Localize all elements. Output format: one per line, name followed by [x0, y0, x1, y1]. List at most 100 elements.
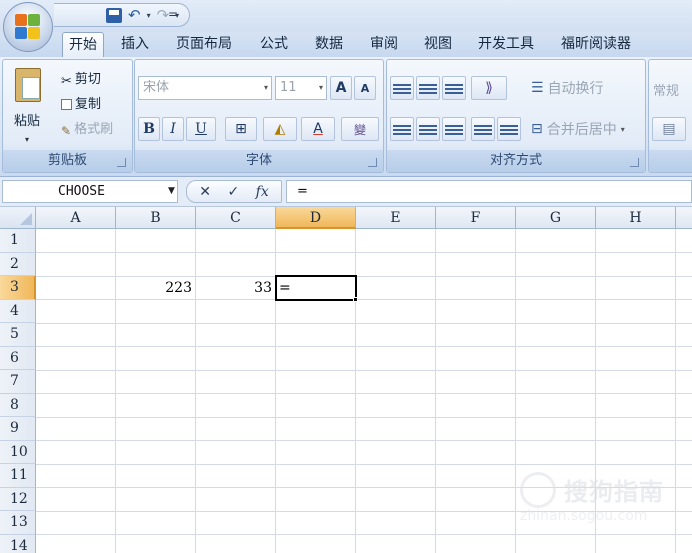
decrease-indent-button[interactable]	[471, 117, 495, 141]
align-left-button[interactable]	[390, 117, 414, 141]
phonetic-guide-button[interactable]: 變	[341, 117, 379, 141]
paste-icon[interactable]	[15, 68, 41, 102]
row-header-2[interactable]: 2	[0, 252, 36, 276]
font-launcher-icon[interactable]	[368, 158, 377, 167]
row-header-14[interactable]: 14	[0, 534, 36, 553]
tab-home[interactable]: 开始	[62, 32, 104, 57]
row-header-11[interactable]: 11	[0, 464, 36, 488]
column-header-h[interactable]: H	[596, 207, 676, 229]
italic-button[interactable]: I	[162, 117, 184, 141]
accounting-format-button[interactable]: ▤	[652, 117, 686, 141]
align-center-button[interactable]	[416, 117, 440, 141]
number-format-select[interactable]: 常规	[653, 80, 679, 99]
undo-icon[interactable]: ↶	[128, 6, 141, 24]
formula-input[interactable]: =	[286, 180, 692, 203]
row-header-9[interactable]: 9	[0, 417, 36, 441]
align-middle-button[interactable]	[416, 76, 440, 100]
cell-b3[interactable]: 223	[116, 276, 195, 300]
increase-indent-button[interactable]	[497, 117, 521, 141]
insert-function-icon[interactable]: fx	[256, 184, 269, 200]
gridline	[435, 229, 436, 553]
underline-button[interactable]: U	[186, 117, 216, 141]
format-painter-label: 格式刷	[74, 122, 114, 137]
tab-formulas[interactable]: 公式	[254, 32, 294, 57]
enter-icon[interactable]: ✓	[227, 184, 239, 200]
office-logo-icon	[15, 14, 41, 40]
brush-icon: ✎	[61, 123, 72, 138]
column-header-e[interactable]: E	[356, 207, 436, 229]
formula-bar: CHOOSE ▼ ✕ ✓ fx =	[0, 177, 692, 207]
column-header-b[interactable]: B	[116, 207, 196, 229]
column-header-partial[interactable]	[676, 207, 692, 229]
column-header-c[interactable]: C	[196, 207, 276, 229]
wrap-text-button[interactable]: ☰ 自动换行	[527, 76, 637, 100]
column-header-g[interactable]: G	[516, 207, 596, 229]
cut-button[interactable]: ✂ 剪切	[61, 68, 101, 89]
row-header-10[interactable]: 10	[0, 440, 36, 464]
merge-center-button[interactable]: ⊟ 合并后居中 ▾	[527, 117, 641, 141]
alignment-group-label: 对齐方式	[387, 150, 645, 172]
tab-developer[interactable]: 开发工具	[472, 32, 540, 57]
font-size-value: 11	[280, 80, 297, 95]
cancel-icon[interactable]: ✕	[199, 184, 211, 200]
row-header-7[interactable]: 7	[0, 370, 36, 394]
row-header-13[interactable]: 13	[0, 511, 36, 535]
align-bottom-button[interactable]	[442, 76, 466, 100]
orientation-button[interactable]: ⟫	[471, 76, 507, 100]
format-painter-button[interactable]: ✎ 格式刷	[61, 118, 114, 138]
tab-foxit-reader[interactable]: 福昕阅读器	[555, 32, 637, 57]
align-right-button[interactable]	[442, 117, 466, 141]
fill-handle[interactable]	[353, 297, 358, 302]
worksheet-grid[interactable]: A B C D E F G H 1 2 3 4 5 6 7 8 9 10 11 …	[0, 207, 692, 553]
tab-view[interactable]: 视图	[418, 32, 458, 57]
alignment-group: ⟫ ☰ 自动换行 ⊟ 合并后居中 ▾ 对齐方式	[386, 59, 646, 173]
paste-button[interactable]: 粘贴	[14, 110, 40, 129]
align-middle-icon	[419, 82, 437, 94]
scissors-icon: ✂	[61, 73, 72, 89]
grow-font-button[interactable]: A	[330, 76, 352, 100]
row-header-5[interactable]: 5	[0, 323, 36, 347]
row-header-8[interactable]: 8	[0, 393, 36, 417]
row-header-4[interactable]: 4	[0, 299, 36, 323]
column-header-a[interactable]: A	[36, 207, 116, 229]
row-header-12[interactable]: 12	[0, 487, 36, 511]
font-size-select[interactable]: 11 ▾	[275, 76, 327, 100]
name-box-dropdown-icon[interactable]: ▼	[168, 186, 175, 196]
clipboard-launcher-icon[interactable]	[117, 158, 126, 167]
customize-qat-button[interactable]: =	[168, 7, 178, 21]
copy-button[interactable]: 复制	[61, 93, 101, 112]
cut-label: 剪切	[74, 72, 101, 87]
alignment-launcher-icon[interactable]	[630, 158, 639, 167]
gridline	[36, 393, 692, 394]
fill-color-button[interactable]: ◭	[263, 117, 297, 141]
clipboard-group-label: 剪贴板	[3, 150, 132, 172]
row-header-3[interactable]: 3	[0, 276, 36, 300]
gridline	[36, 369, 692, 371]
tab-review[interactable]: 审阅	[364, 32, 404, 57]
row-header-6[interactable]: 6	[0, 346, 36, 370]
column-header-d[interactable]: D	[276, 207, 356, 229]
align-top-icon	[393, 82, 411, 94]
tab-data[interactable]: 数据	[309, 32, 349, 57]
orientation-icon: ⟫	[485, 80, 493, 96]
font-color-button[interactable]: A	[301, 117, 335, 141]
undo-dropdown-icon[interactable]: ▾	[147, 11, 151, 20]
office-button[interactable]	[3, 2, 53, 52]
font-name-select[interactable]: 宋体 ▾	[138, 76, 272, 100]
shrink-font-button[interactable]: A	[354, 76, 376, 100]
tab-page-layout[interactable]: 页面布局	[170, 32, 238, 57]
align-top-button[interactable]	[390, 76, 414, 100]
row-header-1[interactable]: 1	[0, 229, 36, 253]
paste-dropdown-icon[interactable]: ▾	[25, 135, 29, 144]
gridline	[36, 416, 692, 418]
borders-button[interactable]: ⊞	[225, 117, 257, 141]
column-header-f[interactable]: F	[436, 207, 516, 229]
tab-insert[interactable]: 插入	[115, 32, 155, 57]
name-box[interactable]: CHOOSE	[2, 180, 178, 203]
select-all-button[interactable]	[0, 207, 36, 229]
bold-button[interactable]: B	[138, 117, 160, 141]
chevron-down-icon: ▾	[263, 83, 268, 92]
cell-c3[interactable]: 33	[196, 276, 275, 300]
save-icon[interactable]	[106, 7, 122, 23]
align-bottom-icon	[445, 82, 463, 94]
